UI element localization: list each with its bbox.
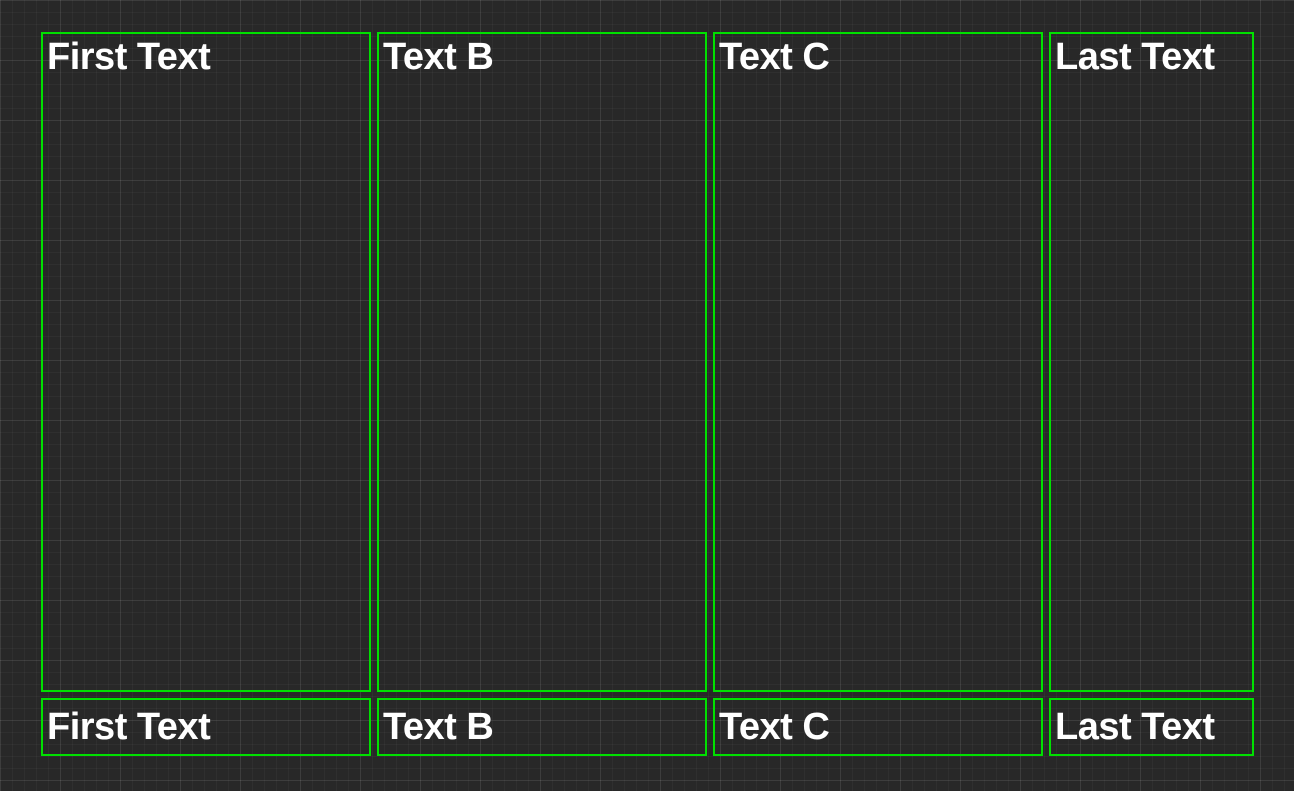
top-cell-4-label: Last Text <box>1051 34 1219 76</box>
top-cell-1-label: First Text <box>43 34 214 76</box>
bottom-cell-3: Text C <box>713 698 1043 756</box>
top-row: First Text Text B Text C Last Text <box>41 32 1254 692</box>
top-cell-3: Text C <box>713 32 1043 692</box>
bottom-cell-2: Text B <box>377 698 707 756</box>
bottom-row: First Text Text B Text C Last Text <box>41 698 1254 756</box>
bottom-cell-4-label: Last Text <box>1051 708 1219 746</box>
top-cell-3-label: Text C <box>715 34 833 76</box>
top-cell-2: Text B <box>377 32 707 692</box>
top-cell-2-label: Text B <box>379 34 497 76</box>
top-cell-4: Last Text <box>1049 32 1254 692</box>
bottom-cell-4: Last Text <box>1049 698 1254 756</box>
top-cell-1: First Text <box>41 32 371 692</box>
bottom-cell-2-label: Text B <box>379 708 497 746</box>
bottom-cell-3-label: Text C <box>715 708 833 746</box>
layout-grid: First Text Text B Text C Last Text First… <box>41 32 1254 756</box>
bottom-cell-1-label: First Text <box>43 708 214 746</box>
bottom-cell-1: First Text <box>41 698 371 756</box>
